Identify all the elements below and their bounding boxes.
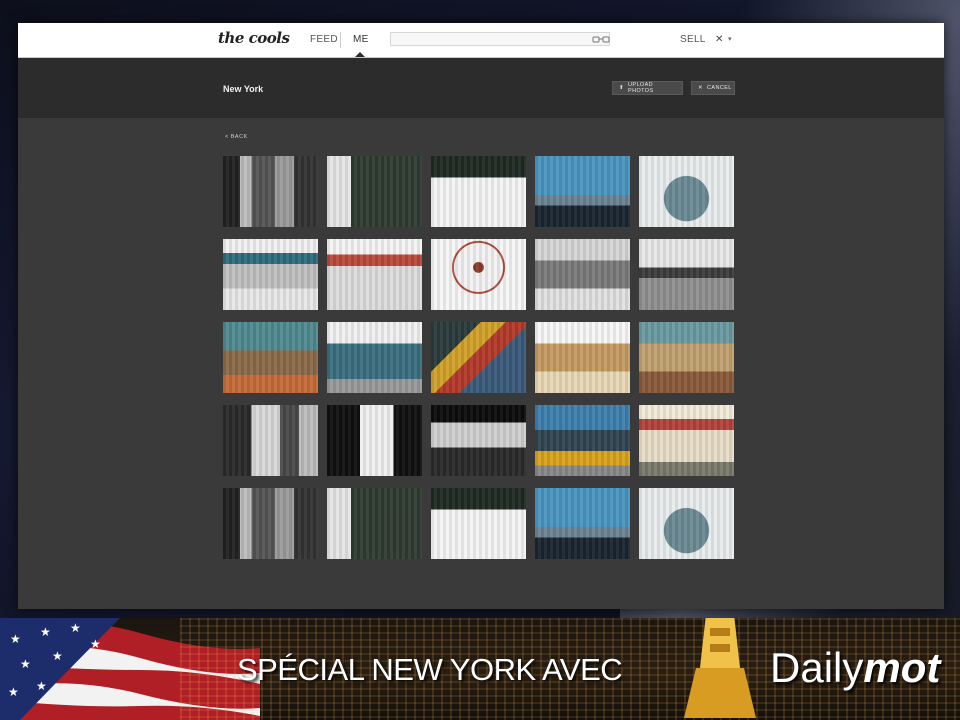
page-title: New York <box>223 84 264 94</box>
photo-grid <box>223 156 734 559</box>
app-window: the cools FEED ME SELL ✕ ▾ New York ⬆ UP… <box>18 23 944 609</box>
nav-divider <box>340 32 341 48</box>
photo-thumbnail[interactable] <box>431 239 526 310</box>
photo-thumbnail[interactable] <box>639 322 734 393</box>
chevron-down-icon[interactable]: ▾ <box>728 35 732 43</box>
photo-thumbnail[interactable] <box>639 239 734 310</box>
photo-thumbnail[interactable] <box>223 239 318 310</box>
upload-icon: ⬆ <box>619 85 625 91</box>
close-icon: ✕ <box>698 85 704 91</box>
top-navigation-bar: the cools FEED ME SELL ✕ ▾ <box>18 23 944 58</box>
photo-thumbnail[interactable] <box>535 322 630 393</box>
photo-thumbnail[interactable] <box>431 156 526 227</box>
photo-thumbnail[interactable] <box>327 239 422 310</box>
photo-thumbnail[interactable] <box>535 405 630 476</box>
photo-thumbnail[interactable] <box>431 405 526 476</box>
photo-thumbnail[interactable] <box>223 156 318 227</box>
photo-thumbnail[interactable] <box>535 239 630 310</box>
photo-thumbnail[interactable] <box>535 156 630 227</box>
glasses-icon[interactable] <box>592 36 610 44</box>
svg-text:★: ★ <box>8 685 19 699</box>
upload-button-label: UPLOAD PHOTOS <box>628 82 654 94</box>
photo-thumbnail[interactable] <box>327 322 422 393</box>
dailymotion-brand-text: Dailymot <box>770 644 940 692</box>
photo-thumbnail[interactable] <box>639 156 734 227</box>
tools-icon[interactable]: ✕ <box>715 34 723 45</box>
photo-thumbnail[interactable] <box>223 488 318 559</box>
brand-bold: mot <box>863 644 941 691</box>
svg-text:★: ★ <box>70 621 81 635</box>
dailymotion-tower-logo <box>684 618 756 718</box>
photo-thumbnail[interactable] <box>327 488 422 559</box>
upload-photos-button[interactable]: ⬆ UPLOAD PHOTOS <box>612 81 683 95</box>
promo-banner: ★ ★ ★ ★ ★ ★ ★ ★ SPÉCIAL NEW YORK AVEC Dailym… <box>0 618 960 720</box>
active-nav-caret <box>355 52 365 57</box>
back-link[interactable]: < BACK <box>225 134 248 140</box>
photo-thumbnail[interactable] <box>223 405 318 476</box>
banner-text: SPÉCIAL NEW YORK AVEC <box>237 652 623 687</box>
nav-sell-link[interactable]: SELL <box>680 34 706 45</box>
svg-text:★: ★ <box>52 649 63 663</box>
svg-text:★: ★ <box>40 625 51 639</box>
photo-thumbnail[interactable] <box>327 405 422 476</box>
svg-text:★: ★ <box>90 637 101 651</box>
nav-feed-link[interactable]: FEED <box>310 34 338 45</box>
svg-text:★: ★ <box>10 632 21 646</box>
photo-thumbnail[interactable] <box>431 488 526 559</box>
nav-me-link[interactable]: ME <box>353 34 369 45</box>
photo-thumbnail[interactable] <box>535 488 630 559</box>
site-logo[interactable]: the cools <box>218 29 290 47</box>
brand-regular: Daily <box>770 644 864 691</box>
photo-thumbnail[interactable] <box>639 405 734 476</box>
photo-thumbnail[interactable] <box>431 322 526 393</box>
cancel-button[interactable]: ✕ CANCEL <box>691 81 735 95</box>
photo-thumbnail[interactable] <box>327 156 422 227</box>
photo-thumbnail[interactable] <box>639 488 734 559</box>
search-input[interactable] <box>390 32 610 46</box>
svg-text:★: ★ <box>36 679 47 693</box>
photo-thumbnail[interactable] <box>223 322 318 393</box>
cancel-button-label: CANCEL <box>707 85 732 91</box>
album-header: New York ⬆ UPLOAD PHOTOS ✕ CANCEL <box>18 58 944 118</box>
svg-text:★: ★ <box>20 657 31 671</box>
